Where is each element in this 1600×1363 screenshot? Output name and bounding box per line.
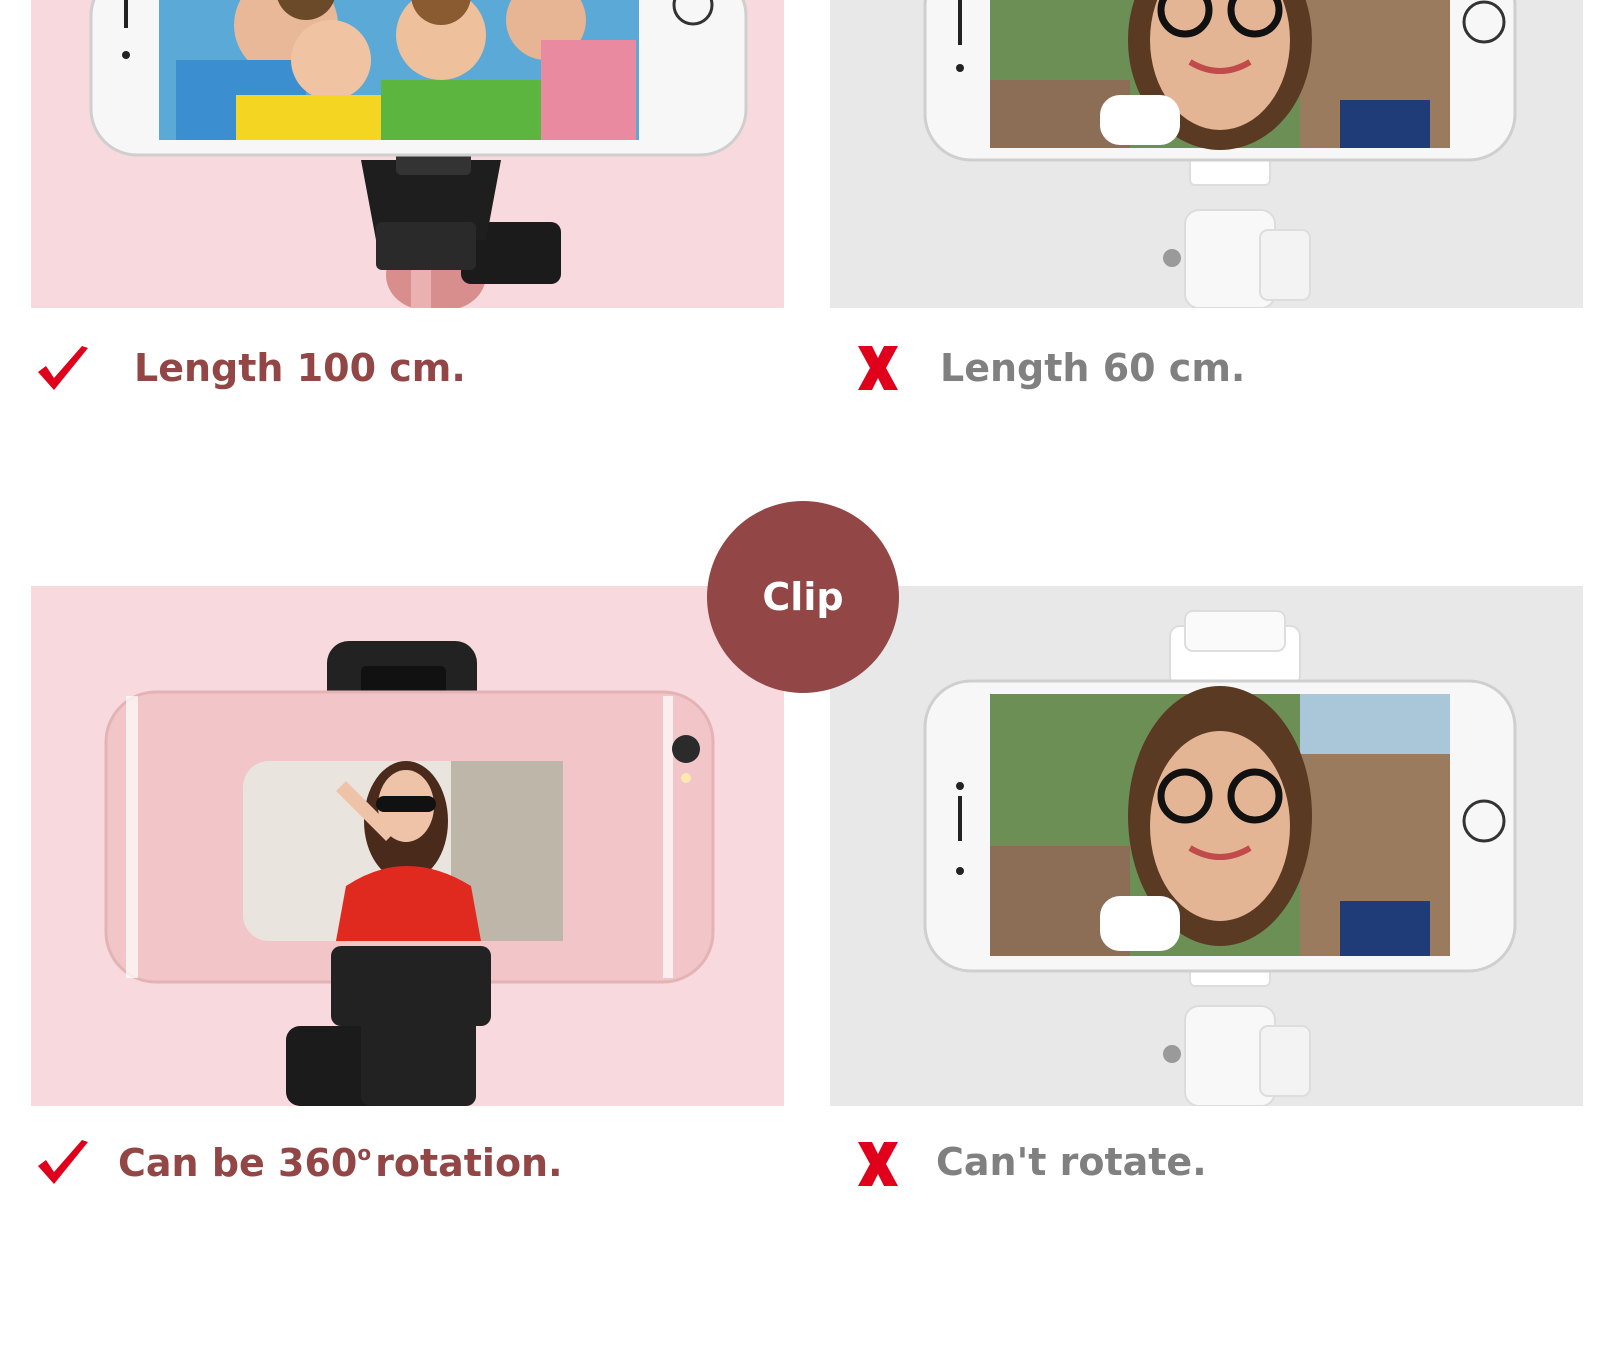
degree-sign: o [357,1141,372,1165]
clip-badge-label: Clip [762,575,844,619]
check-mark-icon [38,1140,88,1184]
fixed-clip-illustration [923,610,1517,1106]
check-mark-icon [38,346,88,390]
caption-text-pre: Can be 360 [118,1141,358,1185]
top-right-product-image [830,0,1583,308]
pink-stick-phone-illustration [89,0,748,308]
bottom-right-product-image [830,586,1583,1106]
white-stick-phone-illustration [923,0,1517,308]
top-left-product-image [31,0,784,308]
rotating-clip-illustration [104,641,715,1106]
x-mark-icon [858,346,898,390]
bottom-bad-caption: Can't rotate. [936,1140,1207,1184]
bottom-good-caption: Can be 360o rotation. [118,1143,563,1182]
x-mark-icon [858,1142,898,1186]
top-good-caption: Length 100 cm. [134,346,466,390]
clip-badge: Clip [707,501,899,693]
bottom-left-product-image [31,586,784,1106]
top-bad-caption: Length 60 cm. [940,346,1246,390]
caption-text-post: rotation. [375,1141,563,1185]
